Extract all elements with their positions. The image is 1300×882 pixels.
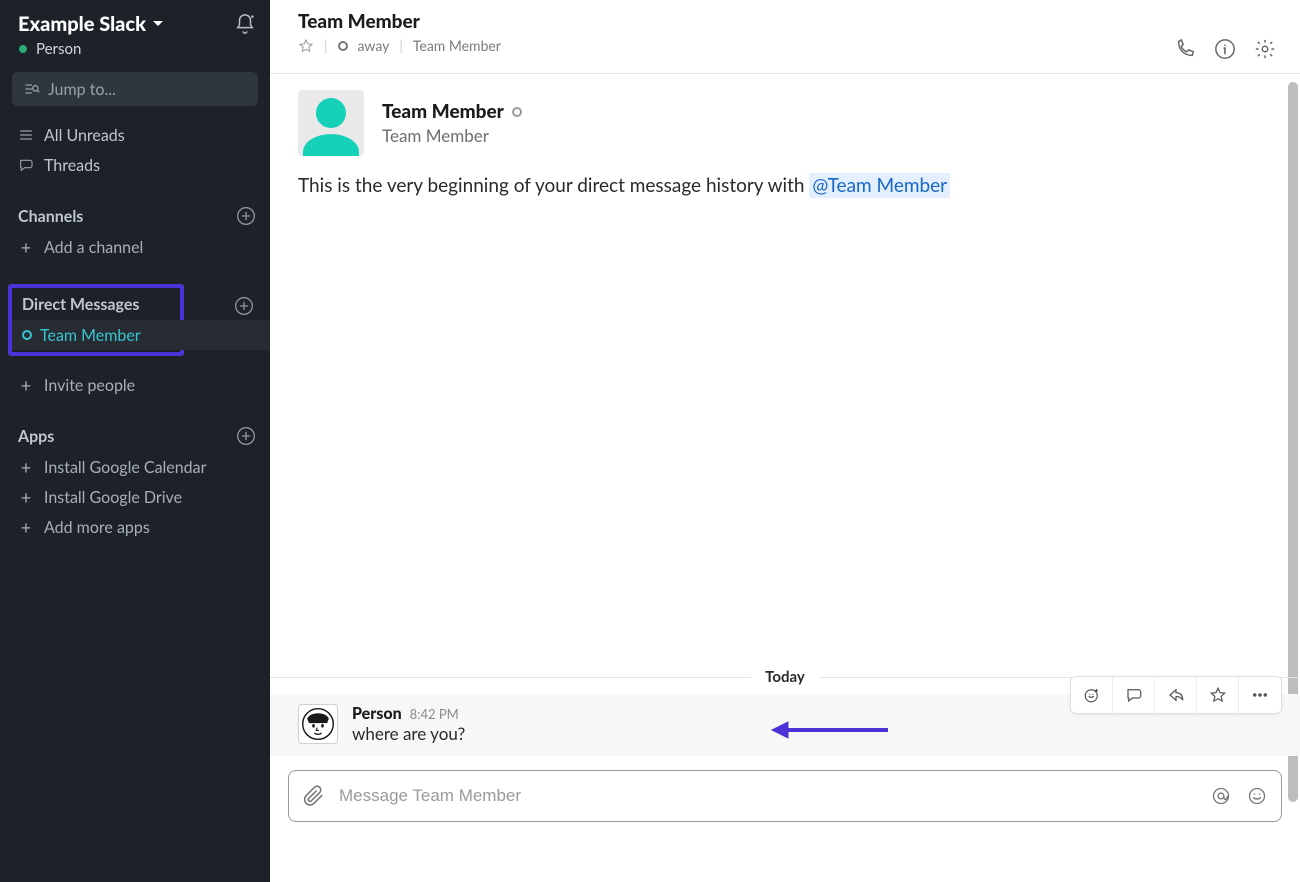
app-install-google-drive[interactable]: + Install Google Drive xyxy=(0,482,270,512)
apps-section-header[interactable]: Apps xyxy=(0,420,270,452)
conversation-intro: Team Member Team Member This is the very… xyxy=(270,74,1300,197)
dm-item-label: Team Member xyxy=(40,326,141,345)
plus-icon: + xyxy=(18,458,34,476)
current-user-row[interactable]: Person xyxy=(0,40,270,68)
topic-text[interactable]: Team Member xyxy=(413,37,501,54)
conversation-title: Team Member xyxy=(298,10,501,33)
start-thread-button[interactable] xyxy=(1113,677,1155,713)
add-channel-link[interactable]: + Add a channel xyxy=(0,232,270,262)
action-label: Add a channel xyxy=(44,238,143,257)
section-label: Channels xyxy=(18,207,83,226)
intro-text-prefix: This is the very beginning of your direc… xyxy=(298,174,809,197)
status-text: away xyxy=(358,37,390,54)
action-label: Install Google Drive xyxy=(44,488,182,507)
save-message-button[interactable] xyxy=(1197,677,1239,713)
message-timestamp: 8:42 PM xyxy=(410,706,459,722)
new-dm-icon[interactable] xyxy=(234,296,254,316)
separator: | xyxy=(399,37,403,54)
conversation-header: Team Member | away | Team Member xyxy=(270,0,1300,74)
annotation-highlight-direct-messages: Direct Messages Team Member xyxy=(8,284,184,356)
mention-team-member[interactable]: @Team Member xyxy=(809,173,950,198)
presence-away-icon xyxy=(512,107,522,117)
action-label: Invite people xyxy=(44,376,135,395)
current-user-name: Person xyxy=(36,40,81,58)
date-label: Today xyxy=(751,668,819,686)
intro-text: This is the very beginning of your direc… xyxy=(298,174,1276,197)
jump-to-input[interactable]: Jump to... xyxy=(12,72,258,106)
nav-label: Threads xyxy=(44,156,100,175)
add-reaction-button[interactable] xyxy=(1071,677,1113,713)
add-app-icon[interactable] xyxy=(236,426,256,446)
emoji-icon[interactable] xyxy=(1247,786,1267,806)
sidebar: Example Slack Person Jump to... All Unre… xyxy=(0,0,270,882)
notifications-bell-icon[interactable] xyxy=(234,13,256,35)
nav-threads[interactable]: Threads xyxy=(0,150,270,180)
jump-to-placeholder: Jump to... xyxy=(48,80,116,99)
nav-label: All Unreads xyxy=(44,126,125,145)
member-avatar[interactable] xyxy=(298,90,364,156)
message-author[interactable]: Person xyxy=(352,704,402,723)
message-row[interactable]: Person 8:42 PM where are you? xyxy=(270,694,1300,756)
dm-item-team-member[interactable]: Team Member xyxy=(12,320,270,350)
member-name: Team Member xyxy=(382,100,504,123)
section-label: Direct Messages xyxy=(22,295,139,314)
compose-input[interactable] xyxy=(339,786,1197,806)
unreads-icon xyxy=(18,127,34,143)
share-message-button[interactable] xyxy=(1155,677,1197,713)
direct-messages-section-header[interactable]: Direct Messages xyxy=(12,288,180,320)
plus-icon: + xyxy=(18,376,34,394)
app-install-google-calendar[interactable]: + Install Google Calendar xyxy=(0,452,270,482)
action-label: Add more apps xyxy=(44,518,150,537)
gear-icon[interactable] xyxy=(1254,38,1276,60)
add-channel-icon[interactable] xyxy=(236,206,256,226)
attachment-icon[interactable] xyxy=(303,785,325,807)
call-icon[interactable] xyxy=(1174,38,1196,60)
section-label: Apps xyxy=(18,427,54,446)
message-composer[interactable] xyxy=(288,770,1282,822)
info-icon[interactable] xyxy=(1214,38,1236,60)
search-list-icon xyxy=(24,81,40,97)
conversation-pane: Team Member | away | Team Member Team Me… xyxy=(270,0,1300,882)
more-actions-button[interactable] xyxy=(1239,677,1281,713)
workspace-name: Example Slack xyxy=(18,12,146,36)
nav-all-unreads[interactable]: All Unreads xyxy=(0,120,270,150)
presence-away-icon xyxy=(22,330,32,340)
person-face-icon xyxy=(300,706,336,742)
plus-icon: + xyxy=(18,488,34,506)
threads-icon xyxy=(18,157,34,173)
invite-people-link[interactable]: + Invite people xyxy=(0,370,270,400)
app-add-more[interactable]: + Add more apps xyxy=(0,512,270,542)
star-icon[interactable] xyxy=(298,38,314,54)
action-label: Install Google Calendar xyxy=(44,458,206,477)
channels-section-header[interactable]: Channels xyxy=(0,200,270,232)
separator: | xyxy=(324,37,328,54)
message-body: where are you? xyxy=(352,723,465,744)
presence-away-icon xyxy=(338,41,348,51)
plus-icon: + xyxy=(18,518,34,536)
workspace-switcher[interactable]: Example Slack xyxy=(18,12,164,36)
annotation-arrow xyxy=(770,720,890,744)
message-hover-actions xyxy=(1070,676,1282,714)
plus-icon: + xyxy=(18,238,34,256)
member-subtitle: Team Member xyxy=(382,125,522,146)
chevron-down-icon xyxy=(152,18,164,30)
message-avatar[interactable] xyxy=(298,704,338,744)
presence-active-icon xyxy=(18,44,28,54)
mention-icon[interactable] xyxy=(1211,786,1231,806)
